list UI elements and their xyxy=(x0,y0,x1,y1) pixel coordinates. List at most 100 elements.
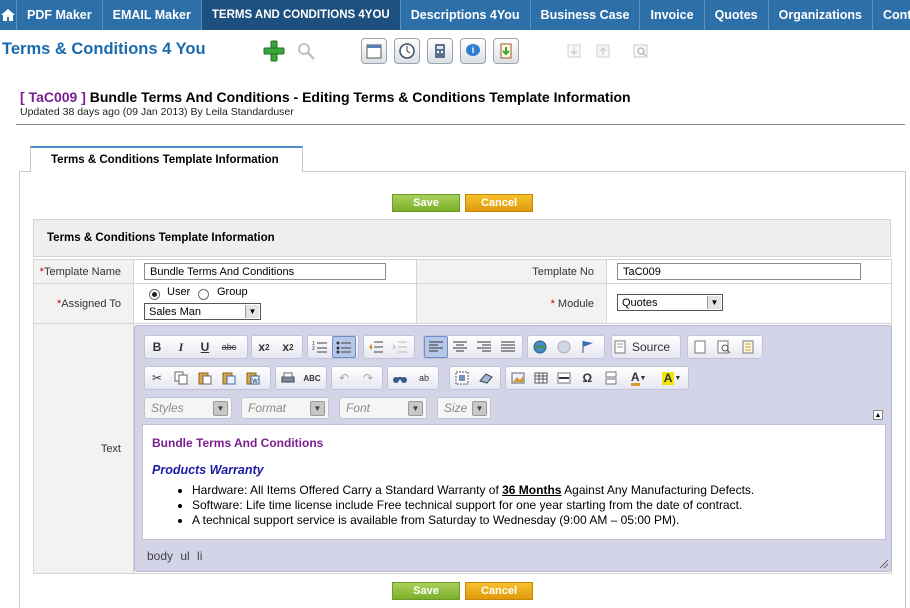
document-toolbar xyxy=(687,335,763,359)
new-page-icon[interactable] xyxy=(688,336,712,358)
paste-word-icon[interactable]: W xyxy=(241,367,265,389)
link-icon[interactable] xyxy=(528,336,552,358)
paste-text-icon[interactable] xyxy=(217,367,241,389)
align-center-icon[interactable] xyxy=(448,336,472,358)
import-icon[interactable] xyxy=(493,38,519,64)
nav-tab-contacts[interactable]: Contacts xyxy=(873,0,910,30)
underline-icon[interactable]: U xyxy=(193,336,217,358)
special-char-icon[interactable]: Ω xyxy=(576,367,599,389)
chevron-down-icon: ▼ xyxy=(245,305,259,318)
italic-icon[interactable]: I xyxy=(169,336,193,358)
nav-tab-quotes[interactable]: Quotes xyxy=(705,0,769,30)
home-icon[interactable] xyxy=(0,0,17,30)
find-toolbar: ab xyxy=(387,366,439,390)
nav-tab-organizations[interactable]: Organizations xyxy=(769,0,873,30)
cancel-button-top[interactable]: Cancel xyxy=(465,194,533,212)
record-title-text: Bundle Terms And Conditions - Editing Te… xyxy=(89,89,631,105)
template-no-label: Template No xyxy=(416,259,607,284)
app-title: Terms & Conditions 4 You xyxy=(2,40,206,58)
align-right-icon[interactable] xyxy=(472,336,496,358)
paste-icon[interactable] xyxy=(193,367,217,389)
collapse-toolbar-icon[interactable]: ▲ xyxy=(873,410,883,420)
text-color-icon[interactable]: A ▼ xyxy=(622,367,655,389)
cancel-button-bottom[interactable]: Cancel xyxy=(465,582,533,600)
element-path: body ul li xyxy=(147,549,203,563)
editor-content[interactable]: Bundle Terms And Conditions Products War… xyxy=(142,424,886,540)
radio-group[interactable] xyxy=(198,289,209,300)
radio-user[interactable] xyxy=(149,289,160,300)
calendar-icon[interactable] xyxy=(361,38,387,64)
size-dropdown[interactable]: Size ▼ xyxy=(437,397,491,419)
bulleted-list-icon[interactable] xyxy=(332,336,356,358)
numbered-list-icon[interactable]: 12 xyxy=(308,336,332,358)
assigned-to-select[interactable]: Sales Man ▼ xyxy=(144,303,261,320)
content-subheading: Products Warranty xyxy=(152,463,264,477)
background-color-icon[interactable]: A ▼ xyxy=(655,367,688,389)
replace-icon[interactable]: ab xyxy=(412,367,436,389)
unlink-icon[interactable] xyxy=(552,336,576,358)
select-toolbar xyxy=(449,366,501,390)
save-button-bottom[interactable]: Save xyxy=(392,582,460,600)
format-toolbar: B I U abc xyxy=(144,335,248,359)
add-icon[interactable] xyxy=(261,38,287,64)
resize-handle-icon[interactable] xyxy=(879,559,889,569)
cut-icon[interactable]: ✂ xyxy=(145,367,169,389)
strikethrough-icon[interactable]: abc xyxy=(217,336,241,358)
rich-text-editor: B I U abc x2 x2 12 Source ✂ W ABC ↶ ↷ ab… xyxy=(134,325,892,572)
nav-tab-email-maker[interactable]: EMAIL Maker xyxy=(103,0,202,30)
copy-icon[interactable] xyxy=(169,367,193,389)
indent-icon[interactable] xyxy=(388,336,412,358)
styles-dropdown[interactable]: Styles ▼ xyxy=(144,397,232,419)
nav-tab-terms-and-conditions[interactable]: TERMS AND CONDITIONS 4YOU xyxy=(201,0,401,30)
save-button-top[interactable]: Save xyxy=(392,194,460,212)
spellcheck-icon[interactable]: ABC xyxy=(300,367,324,389)
format-dropdown[interactable]: Format ▼ xyxy=(241,397,329,419)
chat-icon[interactable]: i xyxy=(460,38,486,64)
template-name-input[interactable]: Bundle Terms And Conditions xyxy=(144,263,386,280)
image-icon[interactable] xyxy=(506,367,529,389)
calculator-icon[interactable] xyxy=(427,38,453,64)
preview-icon[interactable] xyxy=(712,336,736,358)
search-icon[interactable] xyxy=(293,38,319,64)
clock-icon[interactable] xyxy=(394,38,420,64)
print-icon[interactable] xyxy=(276,367,300,389)
justify-icon[interactable] xyxy=(496,336,520,358)
subscript-icon[interactable]: x2 xyxy=(252,336,276,358)
list-item: Software: Life time license include Free… xyxy=(192,498,883,513)
templates-icon[interactable] xyxy=(736,336,760,358)
undo-icon[interactable]: ↶ xyxy=(332,367,356,389)
remove-format-icon[interactable] xyxy=(474,367,498,389)
page-break-icon[interactable] xyxy=(599,367,622,389)
font-dropdown[interactable]: Font ▼ xyxy=(339,397,427,419)
svg-text:W: W xyxy=(252,379,258,385)
source-icon xyxy=(612,336,628,358)
template-no-input[interactable]: TaC009 xyxy=(617,263,861,280)
nav-tab-business-case[interactable]: Business Case xyxy=(531,0,641,30)
align-left-icon[interactable] xyxy=(424,336,448,358)
horizontal-rule-icon[interactable] xyxy=(552,367,575,389)
source-button[interactable]: Source xyxy=(628,340,670,354)
chevron-down-icon: ▼ xyxy=(213,401,228,416)
find-icon[interactable] xyxy=(388,367,412,389)
nav-tab-descriptions[interactable]: Descriptions 4You xyxy=(401,0,531,30)
table-icon[interactable] xyxy=(529,367,552,389)
radio-group-label: Group xyxy=(217,286,248,298)
superscript-icon[interactable]: x2 xyxy=(276,336,300,358)
link-toolbar xyxy=(527,335,605,359)
redo-icon[interactable]: ↷ xyxy=(356,367,380,389)
module-select[interactable]: Quotes ▼ xyxy=(617,294,723,311)
nav-tab-pdf-maker[interactable]: PDF Maker xyxy=(17,0,103,30)
indent-toolbar xyxy=(363,335,415,359)
list-item: Hardware: All Items Offered Carry a Stan… xyxy=(192,483,883,498)
select-all-icon[interactable] xyxy=(450,367,474,389)
template-name-label: *Template Name xyxy=(33,259,134,284)
tab-template-information[interactable]: Terms & Conditions Template Information xyxy=(30,146,303,172)
anchor-flag-icon[interactable] xyxy=(576,336,600,358)
record-number: [ TaC009 ] xyxy=(20,89,86,105)
content-heading: Bundle Terms And Conditions xyxy=(152,436,324,450)
bold-icon[interactable]: B xyxy=(145,336,169,358)
find-duplicates-icon[interactable] xyxy=(628,38,654,64)
chevron-down-icon: ▼ xyxy=(472,401,487,416)
outdent-icon[interactable] xyxy=(364,336,388,358)
nav-tab-invoice[interactable]: Invoice xyxy=(640,0,705,30)
